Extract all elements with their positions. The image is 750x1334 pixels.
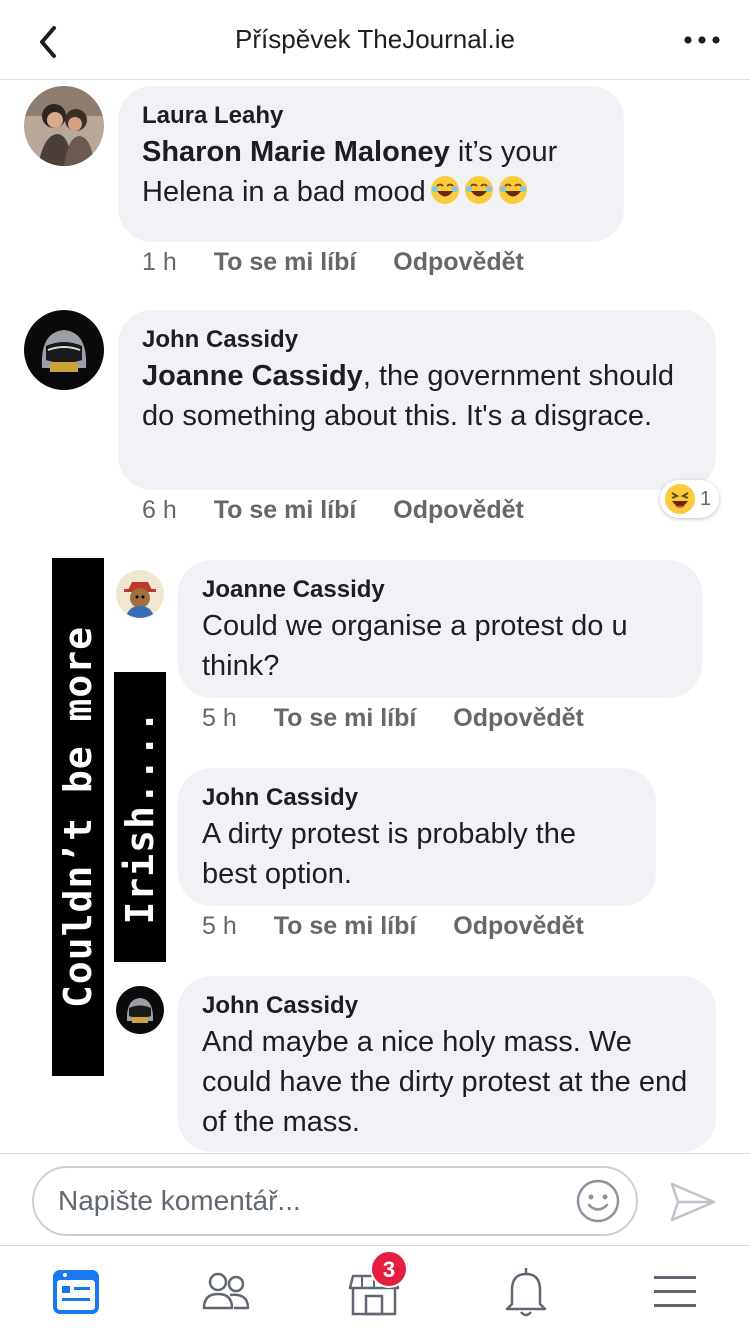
laughing-tears-emoji-icon: [430, 176, 459, 204]
like-link[interactable]: To se mi líbí: [274, 912, 417, 940]
reply-text: Could we organise a protest do u think?: [202, 610, 628, 682]
reply-author[interactable]: John Cassidy: [202, 990, 692, 1022]
comment-text: Sharon Marie Maloney it’s your Helena in…: [142, 136, 558, 208]
send-icon[interactable]: [668, 1180, 718, 1224]
overlay-caption-line-2: Irish....: [114, 672, 166, 962]
comment-author[interactable]: John Cassidy: [142, 324, 692, 356]
hamburger-menu-icon: [654, 1276, 696, 1307]
mention-link[interactable]: Sharon Marie Maloney: [142, 136, 450, 168]
notification-badge: 3: [370, 1250, 408, 1288]
comment-text: Joanne Cassidy, the government should do…: [142, 360, 674, 432]
page-title: Příspěvek TheJournal.ie: [235, 24, 515, 54]
reply-author[interactable]: Joanne Cassidy: [202, 574, 678, 606]
reply-author[interactable]: John Cassidy: [202, 782, 632, 814]
top-bar: Příspěvek TheJournal.ie: [0, 0, 750, 80]
tab-news-feed[interactable]: [46, 1264, 106, 1320]
like-link[interactable]: To se mi líbí: [214, 496, 357, 524]
like-link[interactable]: To se mi líbí: [274, 704, 417, 732]
avatar-laura-leahy[interactable]: [24, 86, 104, 166]
comment-input[interactable]: Napište komentář...: [32, 1166, 638, 1236]
like-link[interactable]: To se mi líbí: [214, 248, 357, 276]
emoji-picker-icon[interactable]: [575, 1178, 621, 1224]
reply-bubble[interactable]: Joanne Cassidy Could we organise a prote…: [178, 560, 702, 698]
bottom-tab-bar: 3: [0, 1245, 750, 1334]
friends-icon: [202, 1272, 250, 1310]
reply-time: 5 h: [202, 704, 237, 732]
comment-composer: Napište komentář...: [0, 1153, 750, 1245]
avatar-joanne-cassidy[interactable]: [116, 570, 164, 618]
comment-bubble[interactable]: John Cassidy Joanne Cassidy, the governm…: [118, 310, 716, 490]
haha-reaction-icon: [665, 484, 695, 514]
laughing-tears-emoji-icon: [464, 176, 493, 204]
reaction-count: 1: [700, 487, 712, 510]
reply-link[interactable]: Odpovědět: [393, 496, 524, 524]
reply-meta: 5 h To se mi líbí Odpovědět: [202, 704, 614, 733]
mention-link[interactable]: Joanne Cassidy: [142, 360, 363, 392]
overlay-caption-line-1: Couldn’t be more: [52, 558, 104, 1076]
comment-time: 1 h: [142, 248, 177, 276]
avatar-john-cassidy[interactable]: [24, 310, 104, 390]
comment-time: 6 h: [142, 496, 177, 524]
news-feed-icon: [53, 1270, 99, 1314]
reply-time: 5 h: [202, 912, 237, 940]
tab-friends[interactable]: [196, 1264, 256, 1320]
more-options-icon[interactable]: [682, 22, 722, 58]
comment-meta: 6 h To se mi líbí Odpovědět: [142, 496, 554, 525]
comment-author[interactable]: Laura Leahy: [142, 100, 600, 132]
reply-text: A dirty protest is probably the best opt…: [202, 818, 576, 890]
reply-link[interactable]: Odpovědět: [453, 912, 584, 940]
reply-bubble[interactable]: John Cassidy A dirty protest is probably…: [178, 768, 656, 906]
comment-bubble[interactable]: Laura Leahy Sharon Marie Maloney it’s yo…: [118, 86, 624, 242]
tab-marketplace[interactable]: 3: [344, 1250, 408, 1320]
comment-meta: 1 h To se mi líbí Odpovědět: [142, 248, 554, 277]
bell-icon: [505, 1268, 547, 1317]
tab-menu[interactable]: [644, 1264, 704, 1320]
reply-meta: 5 h To se mi líbí Odpovědět: [202, 912, 614, 941]
reply-link[interactable]: Odpovědět: [393, 248, 524, 276]
reaction-summary[interactable]: 1: [660, 480, 720, 518]
avatar-john-cassidy[interactable]: [116, 986, 164, 1034]
tab-notifications[interactable]: [496, 1264, 556, 1320]
laughing-tears-emoji-icon: [498, 176, 527, 204]
reply-text: And maybe a nice holy mass. We could hav…: [202, 1026, 688, 1138]
reply-bubble[interactable]: John Cassidy And maybe a nice holy mass.…: [178, 976, 716, 1152]
reply-link[interactable]: Odpovědět: [453, 704, 584, 732]
